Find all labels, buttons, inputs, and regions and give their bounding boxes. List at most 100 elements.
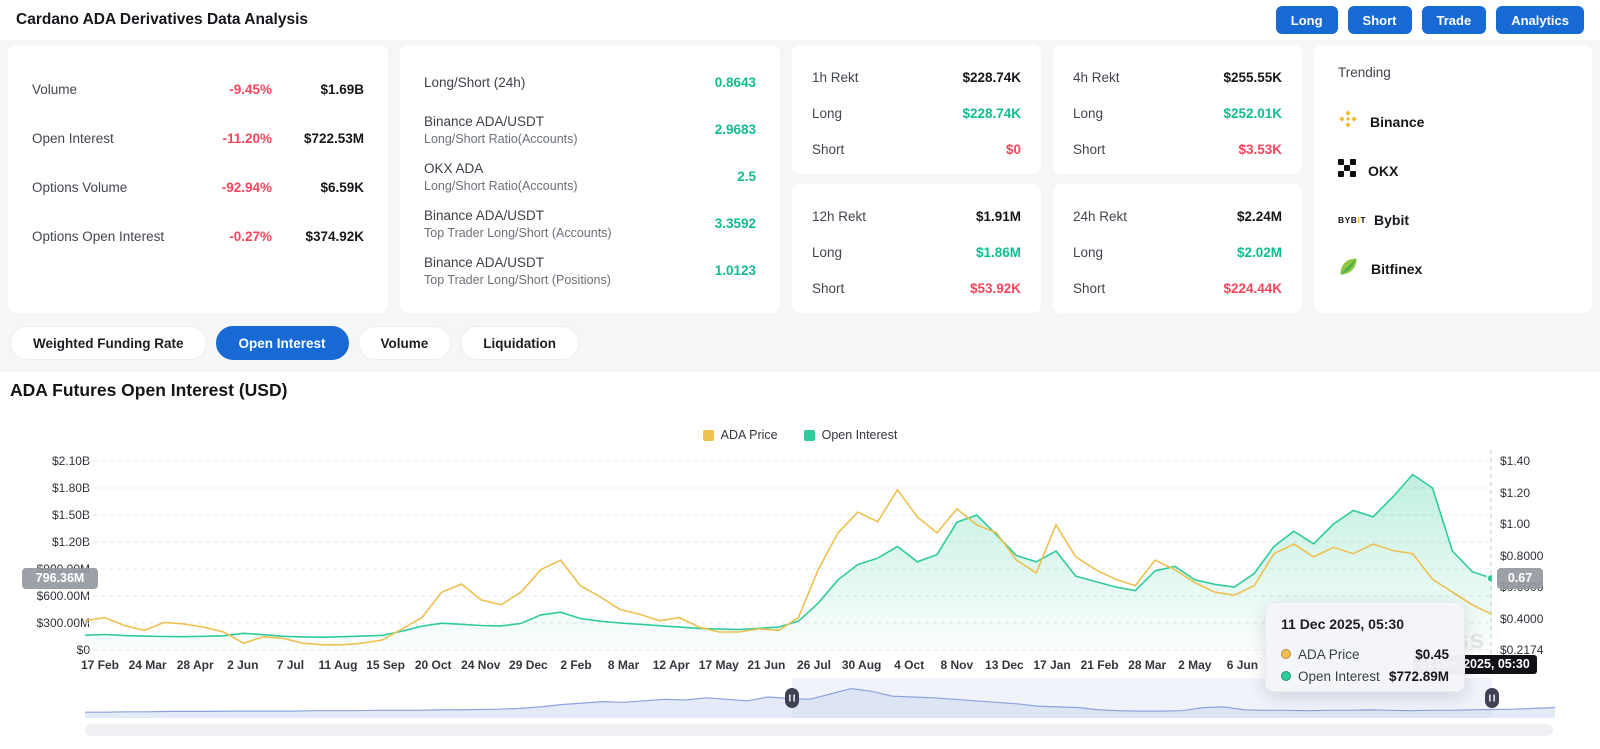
- rekt-title: 12h Rekt: [812, 208, 867, 224]
- trending-item-bybit[interactable]: BYBIT Bybit: [1338, 195, 1568, 244]
- rekt-card-4h: 4h Rekt $255.55K Long $252.01K Short $3.53K: [1053, 45, 1302, 174]
- ratio-sublabel: Top Trader Long/Short (Positions): [424, 272, 611, 287]
- rekt-title: 4h Rekt: [1073, 69, 1120, 85]
- y-axis-label-left: $0: [76, 643, 90, 657]
- chart-legend: ADA Price Open Interest: [0, 428, 1600, 442]
- trade-button[interactable]: Trade: [1421, 6, 1487, 34]
- short-button[interactable]: Short: [1347, 6, 1412, 34]
- horizontal-scrollbar[interactable]: [85, 724, 1553, 736]
- chart-panel: ADA Futures Open Interest (USD) ADA Pric…: [0, 372, 1600, 749]
- bybit-icon: BYBIT: [1338, 214, 1367, 225]
- rekt-total: $1.91M: [975, 208, 1021, 224]
- rekt-short-label: Short: [1073, 280, 1106, 296]
- rekt-total: $228.74K: [962, 69, 1021, 85]
- stat-change: -11.20%: [222, 131, 272, 146]
- legend-swatch-green: [803, 429, 815, 441]
- stat-label: Options Volume: [32, 180, 128, 195]
- trending-item-okx[interactable]: OKX: [1338, 146, 1568, 195]
- ratio-sublabel: Top Trader Long/Short (Accounts): [424, 225, 612, 240]
- rekt-card-24h: 24h Rekt $2.24M Long $2.02M Short $224.44K: [1053, 184, 1302, 313]
- top-header: Cardano ADA Derivatives Data Analysis Lo…: [0, 0, 1600, 40]
- chart-area: ADA Price Open Interest $2.10B $1.80B $1.5…: [0, 418, 1600, 749]
- rekt-long-value: $252.01K: [1223, 105, 1282, 121]
- rekt-long-label: Long: [1073, 105, 1104, 121]
- ratio-label: Binance ADA/USDT: [424, 254, 545, 270]
- okx-icon: [1338, 159, 1356, 182]
- tab-volume[interactable]: Volume: [357, 326, 452, 360]
- rekt-long-label: Long: [812, 105, 843, 121]
- trending-card: Trending Binance OKX BYBIT Bybit Bitfine…: [1314, 45, 1592, 313]
- page-title: Cardano ADA Derivatives Data Analysis: [16, 11, 309, 28]
- stat-change: -92.94%: [221, 180, 272, 195]
- stat-row-open-interest: Open Interest -11.20% $722.53M: [32, 114, 364, 163]
- navigator-handle[interactable]: [1485, 688, 1499, 708]
- rekt-card-1h: 1h Rekt $228.74K Long $228.74K Short $0: [792, 45, 1041, 174]
- legend-label: ADA Price: [720, 428, 778, 442]
- stat-value: $1.69B: [320, 82, 364, 97]
- y-axis-label-right: $0.8000: [1500, 548, 1544, 563]
- ratio-sublabel: Long/Short Ratio(Accounts): [424, 178, 578, 193]
- rekt-short-label: Short: [1073, 141, 1106, 157]
- ratio-label: OKX ADA: [424, 160, 484, 176]
- rekt-short-value: $224.44K: [1223, 280, 1282, 296]
- liquidation-rekt-grid: 1h Rekt $228.74K Long $228.74K Short $0 4h …: [792, 45, 1302, 313]
- tooltip-date: 11 Dec 2025, 05:30: [1281, 616, 1404, 632]
- summary-cards-row: Volume -9.45% $1.69B Open Interest -11.2…: [0, 40, 1600, 313]
- ratio-row: OKX ADA Long/Short Ratio(Accounts) 2.5: [424, 153, 756, 200]
- tab-weighted-funding-rate[interactable]: Weighted Funding Rate: [10, 326, 207, 360]
- stat-row-options-open-interest: Options Open Interest -0.27% $374.92K: [32, 212, 364, 261]
- y-axis-label-left: $300.00M: [36, 616, 90, 630]
- legend-swatch-yellow: [702, 429, 714, 441]
- rekt-short-value: $3.53K: [1238, 141, 1282, 157]
- trending-title: Trending: [1338, 65, 1391, 80]
- ratio-value: 0.8643: [714, 75, 756, 90]
- rekt-long-label: Long: [812, 244, 843, 260]
- legend-item-ada-price[interactable]: ADA Price: [702, 428, 778, 442]
- legend-item-open-interest[interactable]: Open Interest: [803, 428, 898, 442]
- oi-last-value-badge: 796.36M: [22, 568, 98, 589]
- stat-value: $6.59K: [320, 180, 364, 195]
- navigator-handle[interactable]: [785, 688, 799, 708]
- rekt-title: 1h Rekt: [812, 69, 859, 85]
- ratio-value: 2.5: [737, 169, 756, 184]
- legend-label: Open Interest: [821, 428, 898, 442]
- tab-open-interest[interactable]: Open Interest: [215, 326, 349, 360]
- stat-row-options-volume: Options Volume -92.94% $6.59K: [32, 163, 364, 212]
- stat-change: -9.45%: [229, 82, 272, 97]
- analytics-button[interactable]: Analytics: [1496, 6, 1584, 34]
- ratio-row: Binance ADA/USDT Top Trader Long/Short (…: [424, 200, 756, 247]
- rekt-long-value: $1.86M: [975, 244, 1021, 260]
- chart-tooltip: 11 Dec 2025, 05:30 ADA Price $0.45 Open …: [1265, 602, 1465, 692]
- trending-item-binance[interactable]: Binance: [1338, 97, 1568, 146]
- price-marker-icon: [1281, 649, 1291, 659]
- y-axis-label-left: $1.80B: [51, 481, 90, 495]
- trending-exchange-name: Binance: [1370, 113, 1425, 130]
- rekt-short-value: $0: [1005, 141, 1021, 157]
- stat-label: Volume: [32, 82, 78, 97]
- trending-exchange-name: Bitfinex: [1371, 260, 1423, 277]
- ratio-row: Binance ADA/USDT Top Trader Long/Short (…: [424, 247, 756, 294]
- trending-item-bitfinex[interactable]: Bitfinex: [1338, 244, 1568, 293]
- long-short-ratios-card: Long/Short (24h) 0.8643 Binance ADA/USDT…: [400, 45, 780, 313]
- y-axis-label-right: $1.00: [1500, 517, 1531, 531]
- stat-change: -0.27%: [229, 229, 272, 244]
- binance-icon: [1338, 109, 1358, 134]
- market-stats-card: Volume -9.45% $1.69B Open Interest -11.2…: [8, 45, 388, 313]
- oi-marker-icon: [1281, 671, 1291, 681]
- tooltip-row-ada-price: ADA Price $0.45: [1281, 643, 1449, 665]
- rekt-title: 24h Rekt: [1073, 208, 1128, 224]
- rekt-short-label: Short: [812, 280, 845, 296]
- rekt-long-value: $228.74K: [962, 105, 1021, 121]
- y-axis-label-left: $1.20B: [51, 535, 90, 549]
- ratio-value: 1.0123: [714, 263, 756, 278]
- ratio-row: Binance ADA/USDT Long/Short Ratio(Accoun…: [424, 106, 756, 153]
- y-axis-label-left: $1.50B: [51, 508, 90, 522]
- rekt-total: $2.24M: [1236, 208, 1282, 224]
- tab-liquidation[interactable]: Liquidation: [460, 326, 580, 360]
- ratio-label: Long/Short (24h): [424, 75, 526, 90]
- y-axis-right: $1.40$1.20$1.00$0.8000$0.6000$0.4000$0.2…: [1500, 450, 1580, 660]
- chart-tabs: Weighted Funding Rate Open Interest Volu…: [10, 326, 1600, 360]
- long-button[interactable]: Long: [1275, 6, 1338, 34]
- ratio-sublabel: Long/Short Ratio(Accounts): [424, 131, 578, 146]
- stat-row-volume: Volume -9.45% $1.69B: [32, 65, 364, 114]
